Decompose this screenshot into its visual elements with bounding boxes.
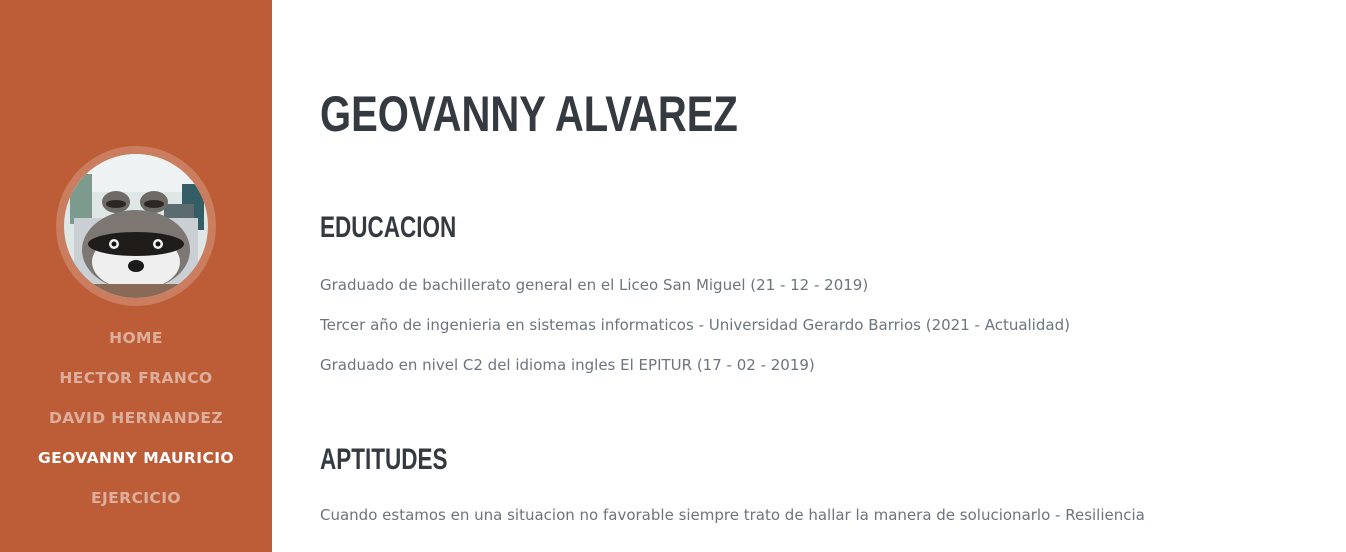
avatar[interactable] [64, 154, 208, 298]
skills-heading: APTITUDES [320, 443, 448, 476]
education-item: Graduado en nivel C2 del idioma ingles E… [320, 356, 815, 374]
sidebar: HOME HECTOR FRANCO DAVID HERNANDEZ GEOVA… [0, 0, 272, 552]
education-item: Tercer año de ingenieria en sistemas inf… [320, 316, 1070, 334]
skill-item: Cuando estamos en una situacion no favor… [320, 506, 1145, 524]
sidebar-nav: HOME HECTOR FRANCO DAVID HERNANDEZ GEOVA… [0, 324, 272, 524]
nav-item-david-hernandez[interactable]: DAVID HERNANDEZ [0, 404, 272, 444]
nav-item-hector-franco[interactable]: HECTOR FRANCO [0, 364, 272, 404]
page-title: GEOVANNY ALVAREZ [320, 86, 738, 142]
education-heading: EDUCACION [320, 211, 457, 244]
nav-item-geovanny-mauricio[interactable]: GEOVANNY MAURICIO [0, 444, 272, 484]
nav-item-home[interactable]: HOME [0, 324, 272, 364]
raccoon-photo-icon [64, 154, 208, 298]
avatar-ring [56, 146, 216, 306]
nav-item-ejercicio[interactable]: EJERCICIO [0, 484, 272, 524]
education-item: Graduado de bachillerato general en el L… [320, 276, 869, 294]
